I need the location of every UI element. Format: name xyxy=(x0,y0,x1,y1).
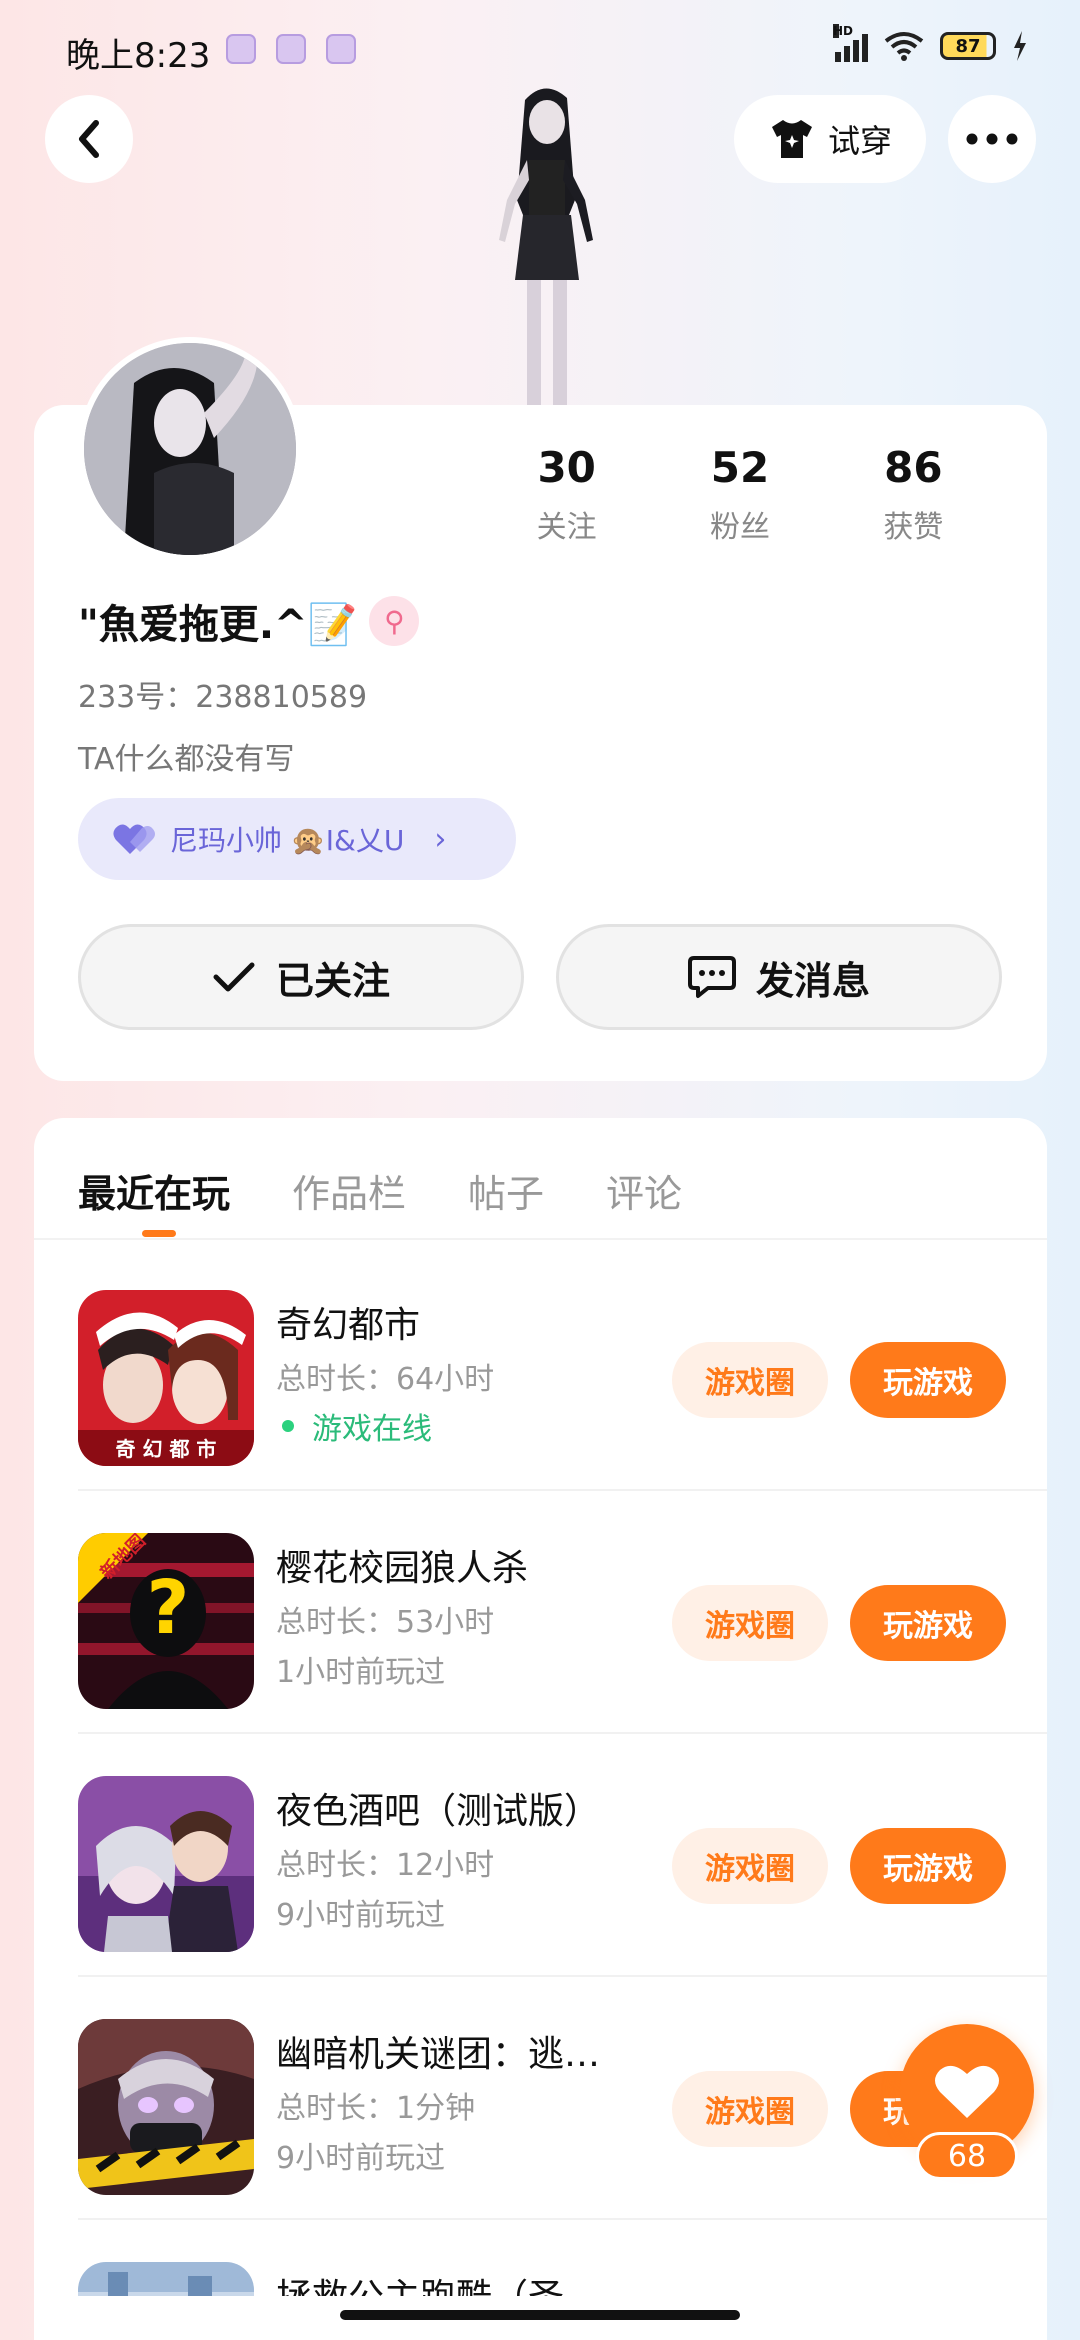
tshirt-icon xyxy=(771,120,812,158)
hd-label: HD xyxy=(833,24,854,38)
game-last-played: 9小时前玩过 xyxy=(276,2141,446,2176)
game-icon-image: 奇 幻 都 市 xyxy=(78,1290,254,1466)
relationship-label: 尼玛小帅 🙊I&乂U xyxy=(170,824,405,857)
more-button[interactable] xyxy=(948,95,1036,183)
status-time: 晚上8:23 xyxy=(66,36,211,76)
try-on-label: 试穿 xyxy=(827,122,892,160)
game-duration: 总时长：64小时 xyxy=(276,1362,495,1397)
back-button[interactable] xyxy=(45,95,133,183)
game-online-status: 游戏在线 xyxy=(276,1404,432,1448)
battery-level: 87 xyxy=(955,35,981,57)
game-last-played: 1小时前玩过 xyxy=(276,1655,446,1690)
heart-icon xyxy=(935,2065,999,2118)
game-circle-button[interactable]: 游戏圈 xyxy=(672,1828,828,1904)
following-label: 关注 xyxy=(536,510,597,545)
game-row[interactable]: 夜色酒吧（测试版） 总时长：12小时 9小时前玩过 游戏圈 玩游戏 xyxy=(34,1734,1047,1977)
female-gender-icon: ⚲ xyxy=(369,596,420,646)
fans-label: 粉丝 xyxy=(709,510,770,545)
game-row[interactable]: ? 新地图 樱花校园狼人杀 总时长：53小时 1小时前玩过 游戏圈 玩游戏 xyxy=(34,1491,1047,1734)
stat-fans[interactable]: 52 粉丝 xyxy=(653,440,826,546)
signal-icon: HD xyxy=(833,24,868,62)
question-mark-glyph: ? xyxy=(147,1565,190,1651)
game-icon xyxy=(78,1776,254,1952)
double-heart-icon xyxy=(113,824,155,854)
likes-label: 获赞 xyxy=(883,510,944,545)
bio: TA什么都没有写 xyxy=(78,742,295,777)
game-icon: 奇 幻 都 市 xyxy=(78,1290,254,1466)
game-row[interactable]: 幽暗机关谜团：逃… 总时长：1分钟 9小时前玩过 游戏圈 玩游戏 xyxy=(34,1977,1047,2220)
avatar-image xyxy=(84,343,296,555)
game-icon-caption: 奇 幻 都 市 xyxy=(116,1437,217,1461)
notification-icon xyxy=(276,34,306,64)
game-status-text: 游戏在线 xyxy=(312,1412,432,1447)
battery-icon: 87 xyxy=(940,32,996,60)
game-circle-button[interactable]: 游戏圈 xyxy=(672,1585,828,1661)
charging-icon xyxy=(1014,31,1026,61)
online-dot-icon xyxy=(282,1420,294,1432)
nickname: "魚爱拖更.^📝 ⚲ xyxy=(78,592,420,650)
active-tab-indicator xyxy=(142,1230,176,1237)
notification-icon xyxy=(226,34,256,64)
followed-label: 已关注 xyxy=(275,958,390,1003)
game-icon-image xyxy=(78,1776,254,1952)
tab-works[interactable]: 作品栏 xyxy=(292,1163,406,1218)
game-icon-image xyxy=(78,2019,254,2195)
stats-row: 30 关注 52 粉丝 86 获赞 xyxy=(480,440,1000,546)
tabs-divider xyxy=(34,1238,1047,1240)
game-circle-button[interactable]: 游戏圈 xyxy=(672,2071,828,2147)
chevron-right-icon: › xyxy=(434,821,447,857)
more-icon xyxy=(966,133,1018,145)
following-count: 30 xyxy=(537,443,596,492)
game-circle-button[interactable]: 游戏圈 xyxy=(672,1342,828,1418)
play-game-button[interactable]: 玩游戏 xyxy=(850,1342,1006,1418)
try-on-button[interactable]: 试穿 xyxy=(734,95,926,183)
nickname-text: "魚爱拖更.^📝 xyxy=(78,602,358,648)
game-duration: 总时长：12小时 xyxy=(276,1848,495,1883)
game-title: 幽暗机关谜团：逃… xyxy=(276,2034,601,2075)
wifi-icon xyxy=(884,32,924,61)
play-game-button[interactable]: 玩游戏 xyxy=(850,1585,1006,1661)
game-duration: 总时长：1分钟 xyxy=(276,2091,476,2126)
game-icon xyxy=(78,2019,254,2195)
profile-tabs: 最近在玩 作品栏 帖子 评论 xyxy=(78,1150,682,1230)
game-title: 樱花校园狼人杀 xyxy=(276,1548,529,1589)
tab-recently-played[interactable]: 最近在玩 xyxy=(78,1163,230,1218)
game-icon-image: ? 新地图 xyxy=(78,1533,254,1709)
back-arrow-icon xyxy=(79,120,99,158)
notification-icon xyxy=(326,34,356,64)
tab-comments[interactable]: 评论 xyxy=(606,1163,682,1218)
avatar[interactable] xyxy=(78,337,302,561)
gender-symbol: ⚲ xyxy=(384,604,405,638)
relationship-chip[interactable]: 尼玛小帅 🙊I&乂U › xyxy=(78,798,516,880)
account-id: 233号：238810589 xyxy=(78,680,368,715)
character-figure-image xyxy=(499,88,593,410)
check-icon xyxy=(213,962,255,992)
fans-count: 52 xyxy=(710,443,770,492)
likes-count: 86 xyxy=(884,443,943,492)
game-duration: 总时长：53小时 xyxy=(276,1605,495,1640)
tab-posts[interactable]: 帖子 xyxy=(468,1163,544,1218)
stat-following[interactable]: 30 关注 xyxy=(480,440,653,546)
game-icon: ? 新地图 xyxy=(78,1533,254,1709)
home-indicator[interactable] xyxy=(340,2310,740,2320)
like-count-badge: 68 xyxy=(916,2132,1018,2180)
send-message-button[interactable]: 发消息 xyxy=(556,924,1002,1030)
play-game-button[interactable]: 玩游戏 xyxy=(850,1828,1006,1904)
followed-button[interactable]: 已关注 xyxy=(78,924,524,1030)
send-message-label: 发消息 xyxy=(755,958,870,1003)
game-title: 夜色酒吧（测试版） xyxy=(276,1791,601,1832)
chat-bubble-icon xyxy=(687,956,736,998)
game-row[interactable]: 奇 幻 都 市 奇幻都市 总时长：64小时 游戏在线 游戏圈 玩游戏 xyxy=(34,1248,1047,1491)
game-last-played: 9小时前玩过 xyxy=(276,1898,446,1933)
game-title: 奇幻都市 xyxy=(276,1305,421,1346)
stat-likes[interactable]: 86 获赞 xyxy=(827,440,1000,546)
